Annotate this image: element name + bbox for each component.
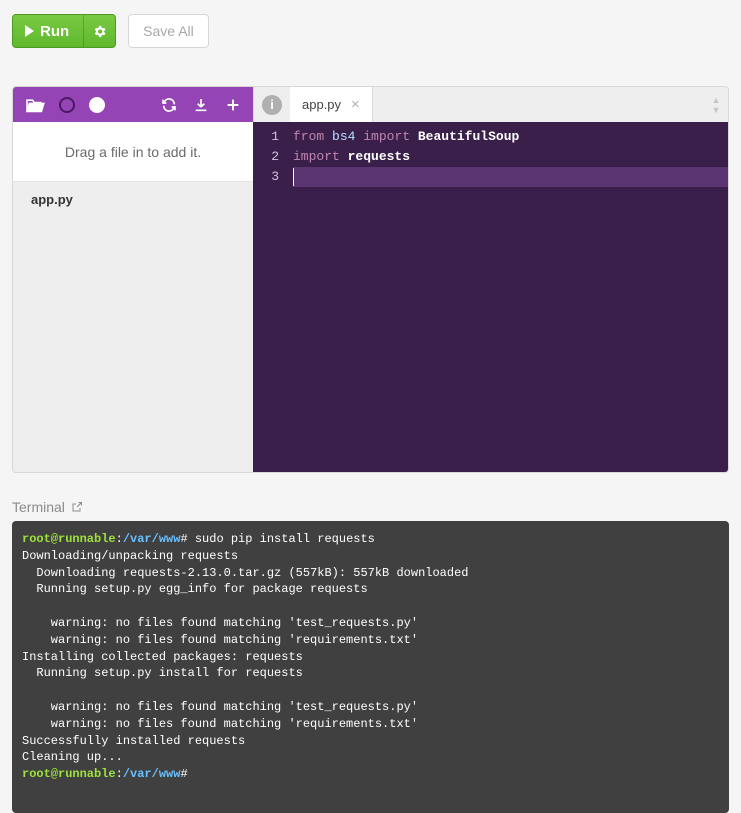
ide-header: i app.py × ▲ ▼: [13, 87, 728, 122]
top-toolbar: Run Save All: [0, 0, 741, 60]
tab-label: app.py: [302, 97, 341, 112]
file-item-app-py[interactable]: app.py: [13, 182, 253, 217]
file-pane: Drag a file in to add it. app.py: [13, 122, 253, 472]
info-icon: i: [262, 95, 282, 115]
file-toolbar: [13, 87, 253, 122]
play-icon: [25, 25, 34, 37]
tab-app-py[interactable]: app.py ×: [290, 87, 373, 122]
chevron-up-icon: ▲: [712, 95, 721, 105]
external-link-icon: [71, 501, 83, 513]
dropzone[interactable]: Drag a file in to add it.: [13, 122, 253, 182]
terminal-header[interactable]: Terminal: [12, 499, 729, 515]
download-icon[interactable]: [193, 97, 209, 113]
refresh-icon[interactable]: [161, 97, 177, 113]
code-area: from bs4 import BeautifulSoup import req…: [287, 122, 728, 472]
terminal-body: Downloading/unpacking requests Downloadi…: [22, 549, 468, 765]
line-gutter: 1 2 3: [253, 122, 287, 472]
plus-icon[interactable]: [225, 97, 241, 113]
run-button[interactable]: Run: [13, 15, 83, 47]
code-line: import requests: [293, 147, 728, 167]
ide-body: Drag a file in to add it. app.py 1 2 3 f…: [13, 122, 728, 472]
line-number: 3: [253, 167, 279, 187]
terminal-output[interactable]: root@runnable:/var/www# sudo pip install…: [12, 521, 729, 813]
code-line-active: [293, 167, 728, 187]
close-icon[interactable]: ×: [351, 97, 360, 112]
tab-area: i app.py × ▲ ▼: [253, 87, 728, 122]
chevron-down-icon: ▼: [712, 105, 721, 115]
code-editor[interactable]: 1 2 3 from bs4 import BeautifulSoup impo…: [253, 122, 728, 472]
code-line: from bs4 import BeautifulSoup: [293, 127, 728, 147]
terminal-section: Terminal root@runnable:/var/www# sudo pi…: [12, 499, 729, 813]
line-number: 1: [253, 127, 279, 147]
terminal-label: Terminal: [12, 499, 65, 515]
scroll-spinner[interactable]: ▲ ▼: [704, 87, 728, 122]
folder-open-icon[interactable]: [25, 97, 45, 113]
record-outline-icon[interactable]: [59, 97, 75, 113]
run-button-group: Run: [12, 14, 116, 48]
run-label: Run: [40, 23, 69, 40]
gear-icon: [92, 24, 107, 39]
ide-frame: i app.py × ▲ ▼ Drag a file in to add it.…: [12, 86, 729, 473]
info-button[interactable]: i: [254, 87, 290, 122]
cursor: [293, 168, 294, 186]
save-all-button[interactable]: Save All: [128, 14, 209, 48]
record-solid-icon[interactable]: [89, 97, 105, 113]
run-settings-button[interactable]: [83, 15, 115, 47]
line-number: 2: [253, 147, 279, 167]
